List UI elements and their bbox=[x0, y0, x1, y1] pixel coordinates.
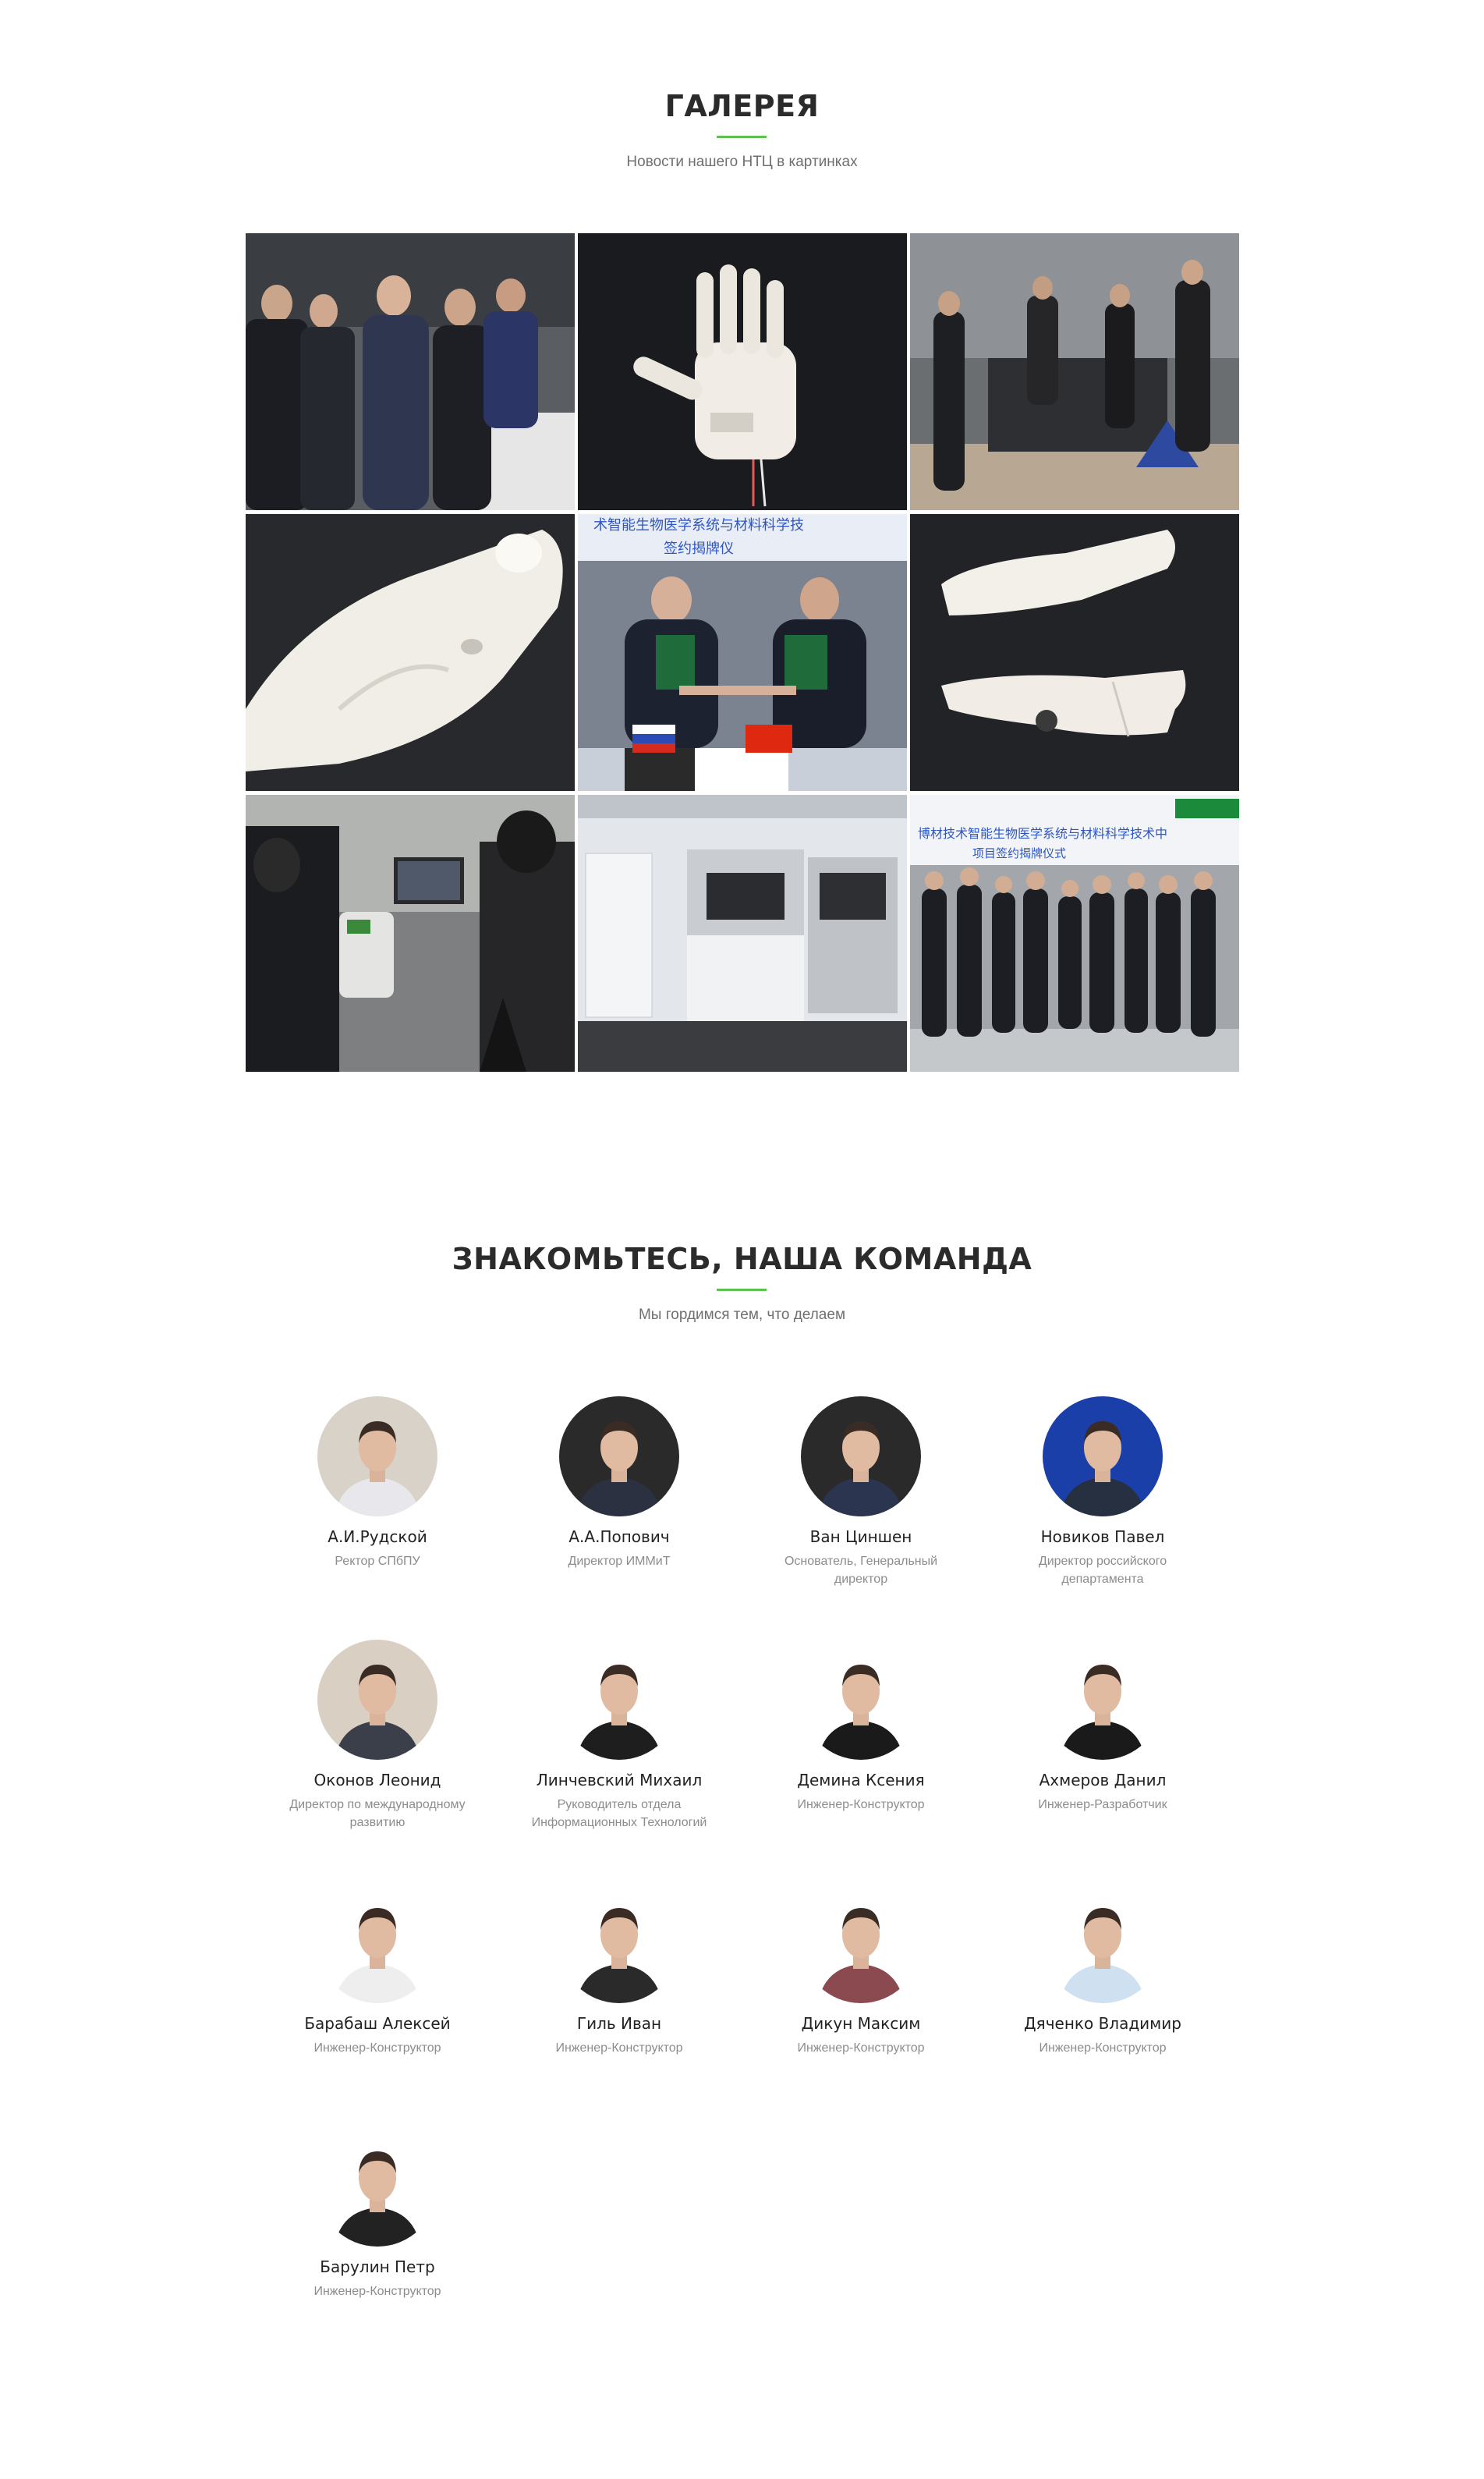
portrait-image bbox=[801, 1640, 921, 1760]
member-role: Инженер-Разработчик bbox=[1038, 1798, 1167, 1811]
team-member-dikun[interactable]: Дикун Максим Инженер-Конструктор bbox=[752, 1883, 970, 2057]
svg-text:博材技术智能生物医学系统与材料科学技术中: 博材技术智能生物医学系统与材料科学技术中 bbox=[918, 826, 1167, 841]
member-name: Барулин Петр bbox=[320, 2257, 435, 2276]
member-role: Инженер-Конструктор bbox=[797, 1798, 925, 1811]
gallery-subtitle: Новости нашего НТЦ в картинках bbox=[626, 154, 858, 170]
gallery-photo-lab-team[interactable] bbox=[910, 233, 1239, 510]
member-role: Ректор СПбПУ bbox=[335, 1555, 420, 1568]
member-avatar bbox=[1043, 1883, 1163, 2003]
member-avatar bbox=[801, 1640, 921, 1760]
member-name: А.И.Рудской bbox=[328, 1527, 427, 1546]
portrait-image bbox=[317, 1883, 437, 2003]
gallery-photo-signing-ceremony[interactable]: 术智能生物医学系统与材料科学技 签约揭牌仪 bbox=[578, 514, 907, 791]
member-name: Линчевский Михаил bbox=[536, 1771, 703, 1789]
team-member-novikov[interactable]: Новиков Павел Директор российского депар… bbox=[993, 1396, 1212, 1588]
member-name: Дикун Максим bbox=[801, 2014, 921, 2033]
portrait-image bbox=[317, 1640, 437, 1760]
member-avatar bbox=[559, 1883, 679, 2003]
member-role: Инженер-Конструктор bbox=[313, 2285, 441, 2298]
team-member-barabash[interactable]: Барабаш Алексей Инженер-Конструктор bbox=[268, 1883, 487, 2057]
portrait-image bbox=[1043, 1883, 1163, 2003]
svg-text:术智能生物医学系统与材料科学技: 术智能生物医学系统与材料科学技 bbox=[593, 517, 804, 534]
portrait-image bbox=[317, 1396, 437, 1516]
member-role: Директор российского департамента bbox=[1038, 1555, 1167, 1586]
member-role: Инженер-Конструктор bbox=[1039, 2041, 1167, 2055]
member-avatar bbox=[317, 1883, 437, 2003]
svg-text:项目签约揭牌仪式: 项目签约揭牌仪式 bbox=[972, 846, 1066, 860]
portrait-image bbox=[1043, 1640, 1163, 1760]
member-role: Основатель, Генеральный директор bbox=[784, 1555, 938, 1586]
gallery-photo-orthosis[interactable] bbox=[910, 514, 1239, 791]
member-avatar bbox=[559, 1640, 679, 1760]
gallery-photo-3d-printer[interactable] bbox=[578, 795, 907, 1072]
gallery-photo-prosthetic-hand[interactable] bbox=[578, 233, 907, 510]
member-avatar bbox=[317, 1396, 437, 1516]
team-subtitle: Мы гордимся тем, что делаем bbox=[638, 1307, 846, 1323]
member-avatar bbox=[801, 1883, 921, 2003]
member-name: Ахмеров Данил bbox=[1039, 1771, 1167, 1789]
team-member-barulin[interactable]: Барулин Петр Инженер-Конструктор bbox=[268, 2126, 487, 2300]
member-role: Руководитель отдела Информационных Техно… bbox=[531, 1798, 707, 1829]
team-member-dyachenko[interactable]: Дяченко Владимир Инженер-Конструктор bbox=[993, 1883, 1212, 2057]
member-name: Демина Ксения bbox=[797, 1771, 925, 1789]
member-role: Директор по международному развитию bbox=[289, 1798, 466, 1829]
member-name: Гиль Иван bbox=[576, 2014, 662, 2033]
portrait-image bbox=[559, 1883, 679, 2003]
gallery-title: ГАЛЕРЕЯ bbox=[664, 89, 820, 123]
member-avatar bbox=[1043, 1640, 1163, 1760]
portrait-image bbox=[559, 1640, 679, 1760]
member-avatar bbox=[317, 2126, 437, 2247]
gallery-photo-3d-printed-part[interactable] bbox=[246, 514, 575, 791]
gallery-photo-delegation[interactable] bbox=[246, 233, 575, 510]
team-member-demina[interactable]: Демина Ксения Инженер-Конструктор bbox=[752, 1640, 970, 1814]
team-member-rudskoy[interactable]: А.И.Рудской Ректор СПбПУ bbox=[268, 1396, 487, 1570]
portrait-image bbox=[317, 2126, 437, 2247]
gallery-photo-group-photo[interactable]: 博材技术智能生物医学系统与材料科学技术中 项目签约揭牌仪式 bbox=[910, 795, 1239, 1072]
team-member-wang-qingsheng[interactable]: Ван Циншен Основатель, Генеральный дирек… bbox=[752, 1396, 970, 1588]
member-avatar bbox=[801, 1396, 921, 1516]
member-name: А.А.Попович bbox=[568, 1527, 670, 1546]
member-name: Барабаш Алексей bbox=[304, 2014, 451, 2033]
team-title: ЗНАКОМЬТЕСЬ, НАША КОМАНДА bbox=[452, 1242, 1032, 1276]
member-avatar bbox=[317, 1640, 437, 1760]
member-name: Ван Циншен bbox=[809, 1527, 912, 1546]
portrait-image bbox=[559, 1396, 679, 1516]
member-name: Дяченко Владимир bbox=[1024, 2014, 1181, 2033]
team-member-linchevsky[interactable]: Линчевский Михаил Руководитель отдела Ин… bbox=[510, 1640, 728, 1832]
member-name: Оконов Леонид bbox=[313, 1771, 441, 1789]
portrait-image bbox=[801, 1396, 921, 1516]
team-title-underline bbox=[717, 1289, 767, 1291]
gallery-photo-3d-scanning[interactable] bbox=[246, 795, 575, 1072]
portrait-image bbox=[1043, 1396, 1163, 1516]
team-member-gil[interactable]: Гиль Иван Инженер-Конструктор bbox=[510, 1883, 728, 2057]
member-avatar bbox=[559, 1396, 679, 1516]
gallery-grid: 术智能生物医学系统与材料科学技 签约揭牌仪 博材技术智能生物医学系统与材料科学技… bbox=[246, 233, 1239, 1072]
svg-text:签约揭牌仪: 签约揭牌仪 bbox=[664, 541, 734, 557]
team-member-popovich[interactable]: А.А.Попович Директор ИММиТ bbox=[510, 1396, 728, 1570]
member-role: Инженер-Конструктор bbox=[797, 2041, 925, 2055]
member-role: Инженер-Конструктор bbox=[555, 2041, 683, 2055]
member-role: Инженер-Конструктор bbox=[313, 2041, 441, 2055]
member-name: Новиков Павел bbox=[1040, 1527, 1165, 1546]
portrait-image bbox=[801, 1883, 921, 2003]
team-member-akhmerov[interactable]: Ахмеров Данил Инженер-Разработчик bbox=[993, 1640, 1212, 1814]
gallery-title-underline bbox=[717, 136, 767, 138]
member-avatar bbox=[1043, 1396, 1163, 1516]
member-role: Директор ИММиТ bbox=[568, 1555, 671, 1568]
team-member-okonov[interactable]: Оконов Леонид Директор по международному… bbox=[268, 1640, 487, 1832]
